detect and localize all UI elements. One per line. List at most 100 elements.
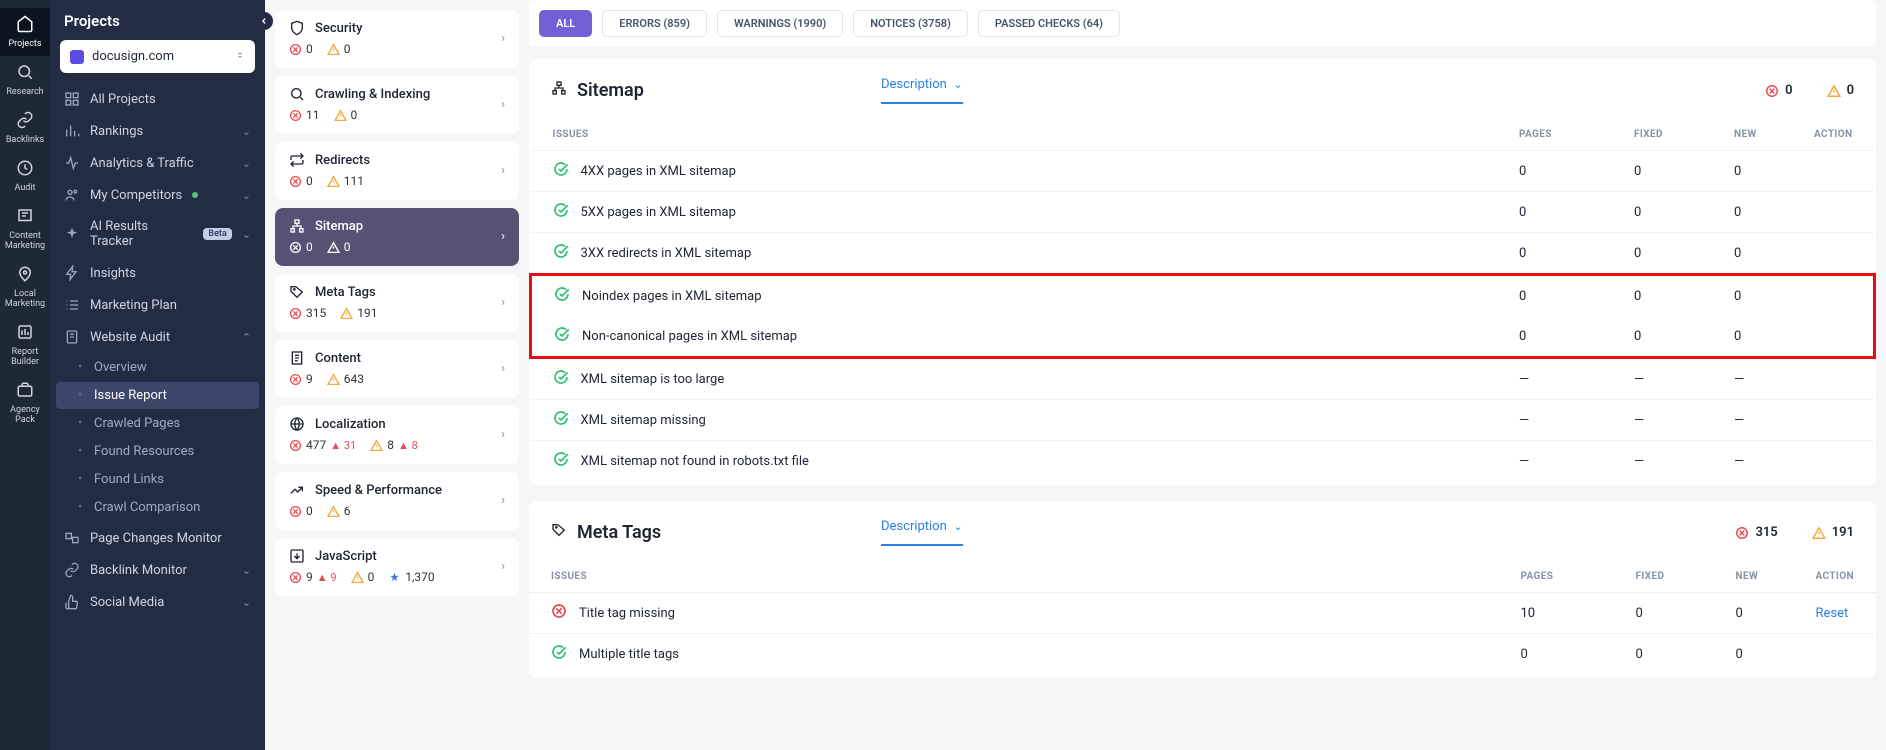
rail-label: Research bbox=[0, 87, 50, 97]
category-label: Meta Tags bbox=[315, 285, 376, 300]
chevron-icon: ⌄ bbox=[242, 189, 251, 202]
nav-item-rankings[interactable]: Rankings⌄ bbox=[50, 115, 265, 147]
nav-sub-found-resources[interactable]: Found Resources bbox=[56, 438, 259, 465]
nav-item-insights[interactable]: Insights bbox=[50, 257, 265, 289]
nav-item-marketing-plan[interactable]: Marketing Plan bbox=[50, 289, 265, 321]
issue-row[interactable]: 3XX redirects in XML sitemap000 bbox=[531, 233, 1875, 275]
cell-pages: 0 bbox=[1498, 634, 1613, 675]
issue-row[interactable]: XML sitemap not found in robots.txt file… bbox=[531, 441, 1875, 482]
filter-warnings[interactable]: WARNINGS (1990) bbox=[717, 10, 843, 37]
rail-label: Backlinks bbox=[0, 135, 50, 145]
section-view-dropdown[interactable]: Description ⌄ bbox=[881, 519, 963, 546]
category-meta-tags[interactable]: Meta Tags 315 191› bbox=[275, 274, 519, 332]
category-icon bbox=[289, 284, 305, 300]
nav-item-my-competitors[interactable]: My Competitors⌄ bbox=[50, 179, 265, 211]
nav-sub-issue-report[interactable]: Issue Report bbox=[56, 382, 259, 409]
issue-name: Title tag missing bbox=[579, 606, 675, 621]
category-localization[interactable]: Localization 477 ▲ 31 8 ▲ 8› bbox=[275, 406, 519, 464]
rail-item-content-marketing[interactable]: ContentMarketing bbox=[0, 200, 50, 258]
category-icon bbox=[289, 86, 305, 102]
filter-all[interactable]: ALL bbox=[539, 10, 592, 37]
category-label: Content bbox=[315, 351, 361, 366]
issue-row[interactable]: XML sitemap missing——— bbox=[531, 400, 1875, 441]
app-rail: Projects Research Backlinks Audit ContentMar… bbox=[0, 0, 50, 750]
filter-errors[interactable]: ERRORS (859) bbox=[602, 10, 707, 37]
category-crawling-indexing[interactable]: Crawling & Indexing 11 0› bbox=[275, 76, 519, 134]
issue-row[interactable]: 5XX pages in XML sitemap000 bbox=[531, 192, 1875, 233]
category-sitemap[interactable]: Sitemap 0 0› bbox=[275, 208, 519, 266]
rail-icon bbox=[0, 265, 50, 287]
nav-sub-crawl-comparison[interactable]: Crawl Comparison bbox=[56, 494, 259, 521]
issue-row[interactable]: Non-canonical pages in XML sitemap000 bbox=[531, 316, 1875, 358]
status-icon bbox=[553, 451, 569, 471]
section-meta-tags: Meta TagsDescription ⌄ 315 191ISSUESPAGE… bbox=[529, 501, 1876, 678]
chevron-right-icon: › bbox=[501, 229, 505, 244]
rail-item-agency-pack[interactable]: AgencyPack bbox=[0, 374, 50, 432]
nav-sub-overview[interactable]: Overview bbox=[56, 354, 259, 381]
category-content[interactable]: Content 9 643› bbox=[275, 340, 519, 398]
rail-item-audit[interactable]: Audit bbox=[0, 152, 50, 200]
issue-row[interactable]: Title tag missing1000Reset bbox=[529, 593, 1876, 634]
nav-item-backlink-monitor[interactable]: Backlink Monitor⌄ bbox=[50, 554, 265, 586]
nav-item-page-changes-monitor[interactable]: Page Changes Monitor bbox=[50, 522, 265, 554]
rail-icon bbox=[0, 381, 50, 403]
nav-label: Backlink Monitor bbox=[90, 563, 187, 578]
nav-sub-found-links[interactable]: Found Links bbox=[56, 466, 259, 493]
category-icon bbox=[289, 548, 305, 564]
status-icon bbox=[553, 202, 569, 222]
nav-item-all-projects[interactable]: All Projects bbox=[50, 83, 265, 115]
rail-item-projects[interactable]: Projects bbox=[0, 8, 50, 56]
category-security[interactable]: Security 0 0› bbox=[275, 10, 519, 68]
rail-item-backlinks[interactable]: Backlinks bbox=[0, 104, 50, 152]
th-pages: PAGES bbox=[1498, 561, 1613, 593]
nav-label: All Projects bbox=[90, 92, 156, 107]
rail-label: Audit bbox=[0, 183, 50, 193]
nav-label: Website Audit bbox=[90, 330, 170, 345]
nav-item-website-audit[interactable]: Website Audit⌃ bbox=[50, 321, 265, 353]
rail-item-local-marketing[interactable]: LocalMarketing bbox=[0, 258, 50, 316]
cell-action bbox=[1792, 233, 1875, 275]
category-speed-performance[interactable]: Speed & Performance 0 6› bbox=[275, 472, 519, 530]
nav-sub-crawled-pages[interactable]: Crawled Pages bbox=[56, 410, 259, 437]
error-count: 9 ▲ 9 bbox=[289, 570, 337, 584]
error-count: 0 bbox=[289, 42, 313, 56]
cell-fixed: — bbox=[1612, 441, 1712, 482]
issue-row[interactable]: 4XX pages in XML sitemap000 bbox=[531, 151, 1875, 192]
rail-icon bbox=[0, 159, 50, 181]
cell-new: — bbox=[1712, 441, 1792, 482]
section-view-dropdown[interactable]: Description ⌄ bbox=[881, 77, 963, 104]
nav-item-social-media[interactable]: Social Media⌄ bbox=[50, 586, 265, 618]
nav-icon bbox=[64, 530, 80, 546]
nav-item-ai-results-tracker[interactable]: AI Results TrackerBeta⌄ bbox=[50, 211, 265, 257]
section-icon bbox=[551, 80, 567, 101]
nav-item-analytics-traffic[interactable]: Analytics & Traffic⌄ bbox=[50, 147, 265, 179]
nav-label: Social Media bbox=[90, 595, 164, 610]
filter-passed[interactable]: PASSED CHECKS (64) bbox=[978, 10, 1120, 37]
chevron-right-icon: › bbox=[501, 361, 505, 376]
chevron-right-icon: › bbox=[501, 493, 505, 508]
chevron-down-icon: ⌄ bbox=[951, 78, 963, 91]
cell-fixed: 0 bbox=[1612, 233, 1712, 275]
error-count: 0 bbox=[289, 504, 313, 518]
cell-new: — bbox=[1712, 400, 1792, 441]
collapse-sidebar-button[interactable] bbox=[255, 12, 273, 30]
rail-item-report-builder[interactable]: ReportBuilder bbox=[0, 316, 50, 374]
category-redirects[interactable]: Redirects 0 111› bbox=[275, 142, 519, 200]
rail-item-research[interactable]: Research bbox=[0, 56, 50, 104]
rail-label: ContentMarketing bbox=[0, 231, 50, 251]
issue-row[interactable]: XML sitemap is too large——— bbox=[531, 358, 1875, 400]
cell-action bbox=[1792, 441, 1875, 482]
cell-action[interactable]: Reset bbox=[1793, 593, 1876, 634]
issue-row[interactable]: Multiple title tags000 bbox=[529, 634, 1876, 675]
domain-selector[interactable]: docusign.com bbox=[60, 40, 255, 73]
nav-icon bbox=[64, 329, 80, 345]
error-count: 11 bbox=[289, 108, 320, 122]
th-new: NEW bbox=[1712, 119, 1792, 151]
th-pages: PAGES bbox=[1497, 119, 1612, 151]
category-label: Sitemap bbox=[315, 219, 363, 234]
category-javascript[interactable]: JavaScript 9 ▲ 9 0 1,370› bbox=[275, 538, 519, 596]
filter-notices[interactable]: NOTICES (3758) bbox=[853, 10, 968, 37]
issue-row[interactable]: Noindex pages in XML sitemap000 bbox=[531, 275, 1875, 317]
cell-pages: 0 bbox=[1497, 151, 1612, 192]
nav-icon bbox=[64, 226, 80, 242]
